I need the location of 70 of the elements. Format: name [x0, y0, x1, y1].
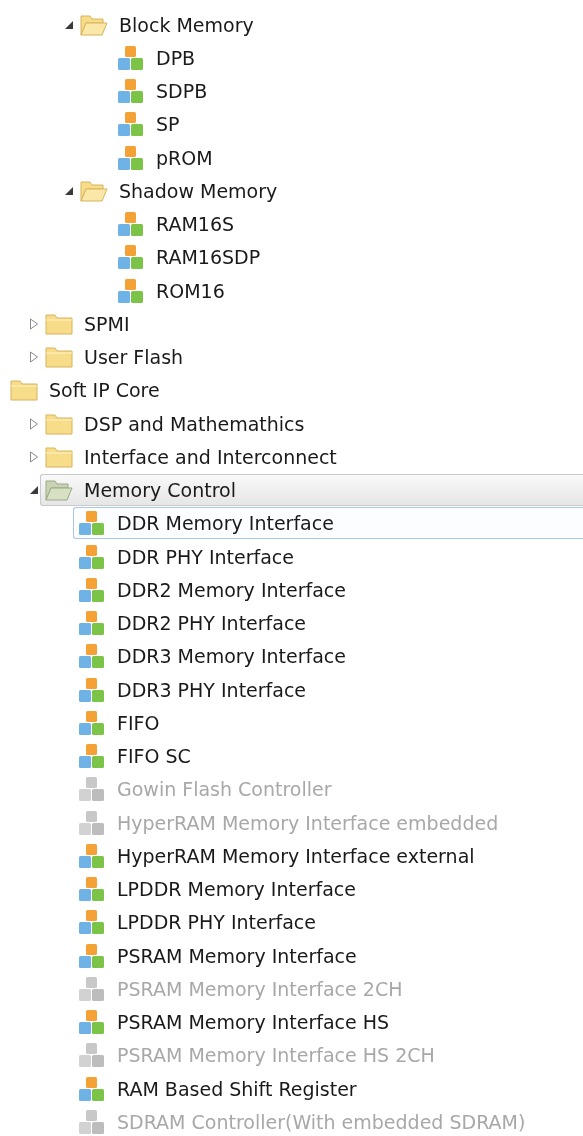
tree-item[interactable]: SDPB	[112, 75, 583, 108]
tree-item[interactable]: RAM16S	[112, 208, 583, 241]
cubes-icon	[78, 543, 106, 570]
tree-item[interactable]: RAM Based Shift Register	[73, 1072, 583, 1105]
tree-item[interactable]: DSP and Mathemathics	[40, 407, 583, 440]
tree-item[interactable]: Memory Control	[40, 474, 583, 507]
expanded-triangle-icon[interactable]	[29, 485, 39, 496]
open-folder-icon	[80, 178, 108, 203]
cubes-icon	[78, 1075, 106, 1102]
tree-item[interactable]: Block Memory	[75, 8, 583, 41]
tree-item[interactable]: HyperRAM Memory Interface external	[73, 839, 583, 872]
cubes-icon	[78, 676, 106, 703]
collapsed-triangle-icon[interactable]	[29, 317, 39, 330]
folder-icon	[45, 345, 73, 370]
tree-item[interactable]: Soft IP Core	[5, 374, 583, 407]
folder-icon	[10, 378, 38, 403]
folder-icon	[45, 411, 73, 436]
collapsed-triangle-icon[interactable]	[29, 417, 39, 430]
disabled-cubes-icon	[78, 975, 106, 1002]
cubes-icon	[117, 78, 145, 105]
cubes-icon	[78, 576, 106, 603]
tree-item[interactable]: ROM16	[112, 274, 583, 307]
tree-item[interactable]: LPDDR PHY Interface	[73, 906, 583, 939]
cubes-icon	[78, 876, 106, 903]
tree-item[interactable]: PSRAM Memory Interface HS	[73, 1006, 583, 1039]
tree-item[interactable]: SPMI	[40, 307, 583, 340]
tree-item[interactable]: DPB	[112, 41, 583, 74]
tree-item[interactable]: User Flash	[40, 341, 583, 374]
tree-item[interactable]: FIFO SC	[73, 740, 583, 773]
tree-item[interactable]: DDR2 Memory Interface	[73, 573, 583, 606]
cubes-icon	[78, 610, 106, 637]
cubes-icon	[78, 842, 106, 869]
disabled-cubes-icon	[78, 776, 106, 803]
collapsed-triangle-icon[interactable]	[29, 351, 39, 364]
folder-icon	[45, 444, 73, 469]
cubes-icon	[117, 277, 145, 304]
cubes-icon	[117, 144, 145, 171]
cubes-icon	[78, 510, 106, 537]
disabled-cubes-icon	[78, 809, 106, 836]
open-folder-icon	[45, 478, 73, 503]
tree-item[interactable]: PSRAM Memory Interface	[73, 939, 583, 972]
tree-item[interactable]: Interface and Interconnect	[40, 440, 583, 473]
collapsed-triangle-icon[interactable]	[29, 450, 39, 463]
expanded-triangle-icon[interactable]	[64, 185, 74, 196]
tree-item[interactable]: DDR PHY Interface	[73, 540, 583, 573]
cubes-icon	[78, 709, 106, 736]
tree-item[interactable]: SP	[112, 108, 583, 141]
cubes-icon	[78, 909, 106, 936]
tree-item[interactable]: RAM16SDP	[112, 241, 583, 274]
tree-item[interactable]: DDR3 PHY Interface	[73, 673, 583, 706]
disabled-cubes-icon	[78, 1108, 106, 1135]
tree-item[interactable]: pROM	[112, 141, 583, 174]
disabled-cubes-icon	[78, 1042, 106, 1069]
tree-item[interactable]: LPDDR Memory Interface	[73, 873, 583, 906]
folder-icon	[45, 311, 73, 336]
cubes-icon	[117, 44, 145, 71]
tree-item[interactable]: FIFO	[73, 706, 583, 739]
cubes-icon	[117, 244, 145, 271]
expanded-triangle-icon[interactable]	[64, 19, 74, 30]
tree-item[interactable]: Shadow Memory	[75, 174, 583, 207]
tree-item[interactable]: DDR3 Memory Interface	[73, 640, 583, 673]
cubes-icon	[117, 111, 145, 138]
open-folder-icon	[80, 12, 108, 37]
cubes-icon	[78, 942, 106, 969]
cubes-icon	[78, 1009, 106, 1036]
cubes-icon	[78, 643, 106, 670]
tree-item[interactable]: DDR Memory Interface	[73, 507, 583, 540]
tree-item[interactable]: DDR2 PHY Interface	[73, 607, 583, 640]
cubes-icon	[117, 211, 145, 238]
cubes-icon	[78, 743, 106, 770]
